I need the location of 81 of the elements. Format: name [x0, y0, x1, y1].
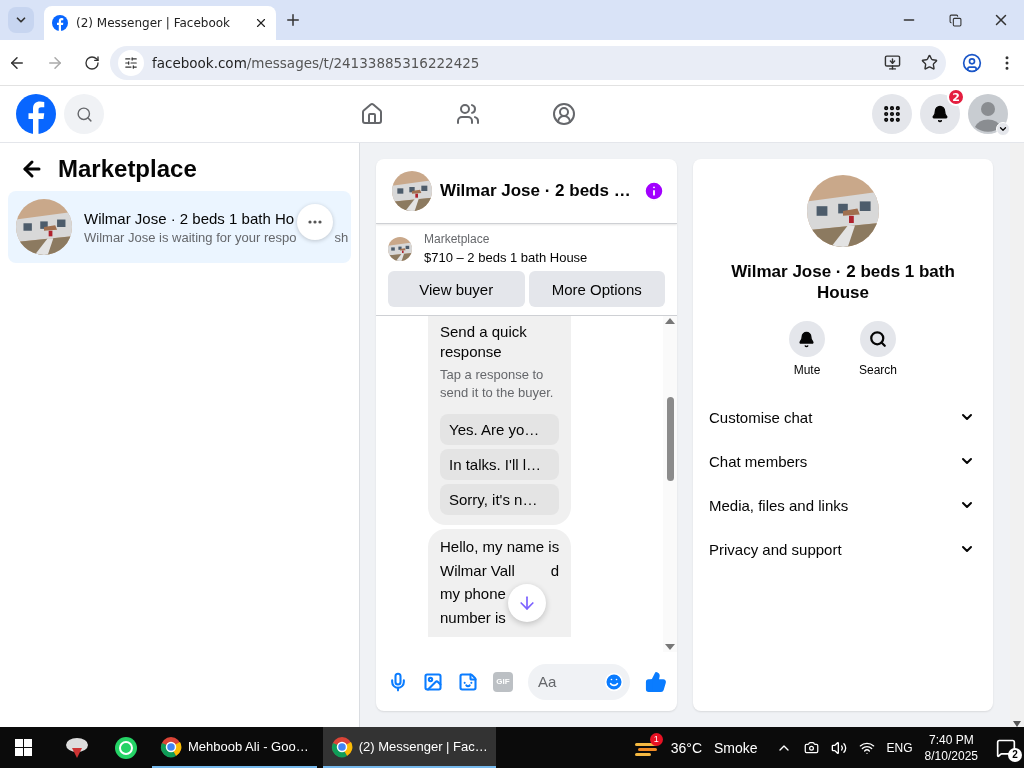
message-text: Hello, my name is	[440, 537, 560, 557]
bell-icon	[931, 105, 949, 123]
quick-reply[interactable]: Yes. Are yo…	[440, 414, 559, 445]
sliders-icon	[124, 55, 138, 70]
scrollbar-thumb[interactable]	[666, 397, 674, 481]
home-icon[interactable]	[360, 102, 384, 126]
action-button[interactable]: More Options	[528, 271, 665, 307]
weather-text: Smoke	[714, 739, 758, 756]
notification-badge: 2	[1008, 747, 1022, 762]
menu-button[interactable]	[872, 94, 912, 134]
camera-icon[interactable]	[803, 740, 819, 755]
site-info-button[interactable]	[118, 49, 144, 76]
chat-title: Wilmar Jose · 2 beds …	[440, 181, 632, 201]
search-button[interactable]	[860, 321, 896, 357]
action-label: Mute	[793, 363, 821, 377]
quick-reply[interactable]: Sorry, it's n…	[440, 484, 559, 515]
volume-icon[interactable]	[830, 739, 847, 756]
chevron-down-icon	[998, 124, 1008, 134]
search-icon	[869, 330, 887, 348]
temperature: 36°C	[670, 739, 702, 756]
quick-response-hint: Tap a response to send it to the buyer.	[440, 366, 555, 402]
quick-reply[interactable]: In talks. I'll l…	[440, 449, 559, 480]
weather-badge: 1	[649, 732, 663, 746]
details-title: Wilmar Jose · 2 beds 1 bath House	[730, 261, 956, 303]
groups-icon[interactable]	[552, 102, 576, 126]
conversation-title: Wilmar Jose · 2 beds 1 bath Ho	[84, 209, 295, 227]
chrome-icon	[330, 735, 353, 758]
action-label: Search	[859, 363, 897, 377]
language-indicator[interactable]: ENG	[886, 740, 913, 755]
photo-icon[interactable]	[423, 671, 443, 692]
listing-source: Marketplace	[424, 232, 491, 246]
section-header[interactable]: Chat members	[709, 439, 977, 483]
scroll-up-icon[interactable]	[665, 318, 675, 324]
message-text: my phone	[440, 584, 506, 604]
friends-icon[interactable]	[456, 102, 480, 126]
section-header[interactable]: Privacy and support	[709, 527, 977, 571]
more-icon	[308, 219, 323, 224]
conversation-preview: sh	[334, 229, 349, 245]
message-text: Wilmar Vall	[440, 560, 515, 580]
browser-tab[interactable]: (2) Messenger | Facebook	[44, 6, 276, 40]
message-text: d	[550, 560, 559, 580]
bookmark-icon[interactable]	[921, 54, 938, 71]
like-icon[interactable]	[645, 670, 667, 693]
address-bar[interactable]: facebook.com/messages/t/24133885316222425	[110, 45, 946, 80]
profile-icon[interactable]	[962, 52, 982, 73]
action-button[interactable]: View buyer	[388, 271, 525, 307]
microphone-icon[interactable]	[388, 671, 408, 692]
close-icon[interactable]	[254, 16, 268, 30]
chrome-icon	[160, 735, 182, 758]
section-header[interactable]: Customise chat	[709, 395, 977, 439]
account-menu-button[interactable]	[996, 122, 1010, 136]
app-icon[interactable]	[64, 735, 90, 760]
new-tab-icon[interactable]	[284, 11, 302, 29]
conversation-preview: Wilmar Jose is waiting for your respo	[84, 229, 297, 245]
facebook-logo[interactable]	[16, 94, 56, 134]
clock[interactable]: 7:40 PM 8/10/2025	[924, 731, 978, 764]
facebook-icon	[52, 15, 68, 31]
info-icon[interactable]	[643, 180, 665, 202]
mute-button[interactable]	[789, 321, 825, 357]
install-icon[interactable]	[884, 54, 901, 71]
listing-summary: $710 – 2 beds 1 bath House	[424, 250, 588, 265]
bell-icon	[798, 330, 816, 348]
conversation-item[interactable]: Wilmar Jose · 2 beds 1 bath Ho Wilmar Jose is waiting for your respo sh	[8, 191, 351, 263]
taskbar-button[interactable]: Mehboob Ali - Goo…	[152, 727, 317, 768]
panel-title: Marketplace	[58, 155, 197, 183]
tab-list-button[interactable]	[8, 7, 34, 33]
sticker-icon[interactable]	[458, 671, 478, 692]
notifications-button[interactable]	[920, 94, 960, 134]
taskbar-button[interactable]: (2) Messenger | Fac…	[322, 727, 496, 768]
message-field[interactable]: Aa	[528, 663, 630, 700]
search-icon	[75, 105, 93, 123]
message-text: number is	[440, 607, 506, 627]
quick-response-title: Send a quick response	[440, 322, 528, 362]
notification-badge: 2	[947, 88, 965, 106]
scroll-down-icon[interactable]	[665, 644, 675, 650]
restore-icon[interactable]	[948, 13, 962, 27]
whatsapp-icon[interactable]	[114, 735, 138, 760]
grid-icon	[882, 104, 902, 124]
reload-icon[interactable]	[84, 54, 100, 71]
section-header[interactable]: Media, files and links	[709, 483, 977, 527]
notification-center-icon[interactable]	[996, 737, 1016, 758]
